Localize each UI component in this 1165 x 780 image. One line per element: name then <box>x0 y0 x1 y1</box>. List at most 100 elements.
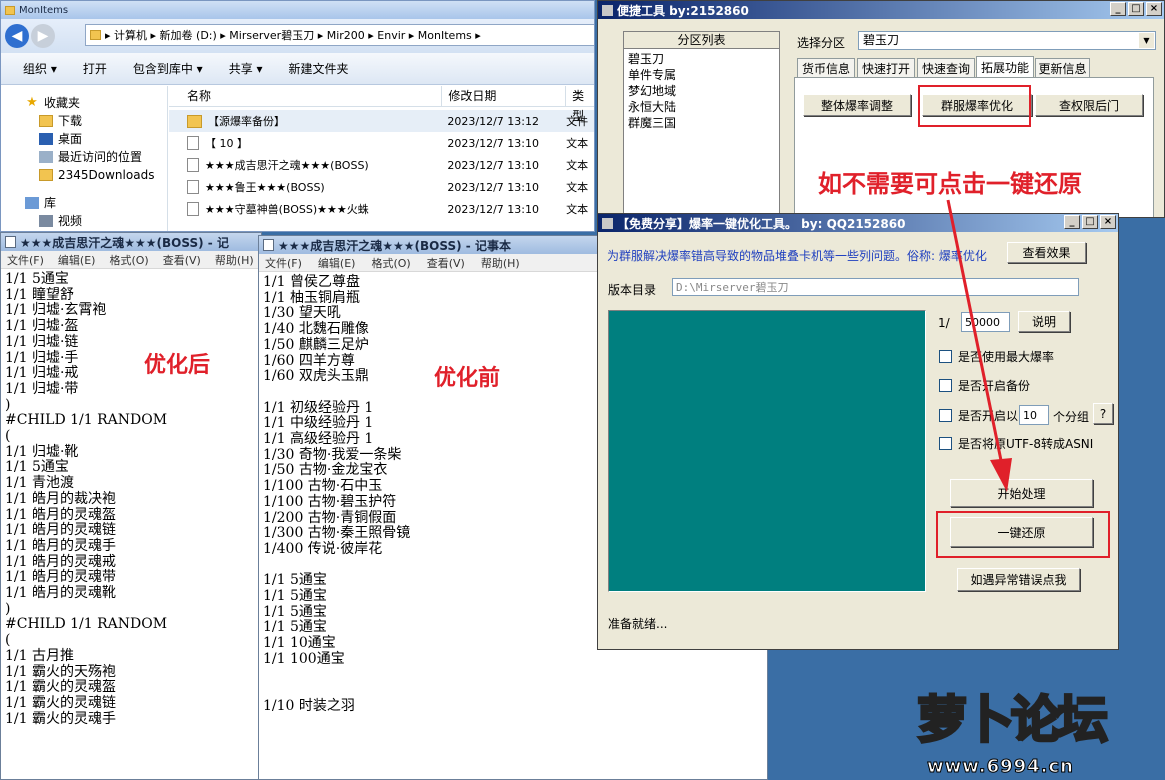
column-type[interactable]: 类型 <box>566 86 594 123</box>
option-backup[interactable]: 是否开启备份 <box>939 377 1030 394</box>
partition-list-header: 分区列表 <box>624 32 779 49</box>
partition-list[interactable]: 分区列表 碧玉刀 单件专属 梦幻地域 永恒大陆 群魔三国 <box>623 31 780 217</box>
open-button[interactable]: 打开 <box>83 60 107 77</box>
file-row[interactable]: ★★★成吉思汗之魂★★★(BOSS) 2023/12/7 13:10 文本 <box>169 154 594 176</box>
report-error-button[interactable]: 如遇异常错误点我 <box>957 568 1080 591</box>
minimize-button[interactable]: _ <box>1064 215 1080 229</box>
close-button[interactable]: × <box>1146 2 1162 16</box>
notepad-menubar: 文件(F) 编辑(E) 格式(O) 查看(V) 帮助(H) <box>1 251 261 269</box>
nav-item-2345downloads[interactable]: 2345Downloads <box>39 166 167 184</box>
star-icon: ★ <box>26 95 38 110</box>
maximize-button[interactable]: □ <box>1082 215 1098 229</box>
address-path: ▸ 计算机 ▸ 新加卷 (D:) ▸ Mirserver碧玉刀 ▸ Mir200… <box>105 29 481 42</box>
menu-file[interactable]: 文件(F) <box>7 252 44 268</box>
file-row[interactable]: 【源爆率备份】 2023/12/7 13:12 文件 <box>169 110 594 132</box>
partition-item[interactable]: 单件专属 <box>628 67 779 83</box>
file-row[interactable]: 【 10 】 2023/12/7 13:10 文本 <box>169 132 594 154</box>
version-dir-input[interactable]: D:\Mirserver碧玉刀 <box>672 278 1079 296</box>
help-button[interactable]: ? <box>1093 403 1113 424</box>
option-label: 是否使用最大爆率 <box>958 350 1055 364</box>
partition-select[interactable]: 碧玉刀 ▼ <box>858 31 1156 50</box>
back-button[interactable]: ◀ <box>5 24 29 48</box>
partition-item[interactable]: 梦幻地域 <box>628 83 779 99</box>
checkbox[interactable] <box>939 379 952 392</box>
check-backdoor-button[interactable]: 查权限后门 <box>1035 94 1143 116</box>
menu-edit[interactable]: 编辑(E) <box>58 252 96 268</box>
text-file-icon <box>187 158 199 172</box>
tab-quick-query[interactable]: 快速查询 <box>917 58 975 78</box>
start-process-button[interactable]: 开始处理 <box>950 479 1093 507</box>
option-utf8-convert[interactable]: 是否将原UTF-8转成ASNI <box>939 435 1093 452</box>
nav-item-recent[interactable]: 最近访问的位置 <box>39 148 167 166</box>
file-row[interactable]: ★★★鲁王★★★(BOSS) 2023/12/7 13:10 文本 <box>169 176 594 198</box>
video-icon <box>39 215 53 227</box>
menu-file[interactable]: 文件(F) <box>265 255 302 271</box>
column-date[interactable]: 修改日期 <box>442 86 567 106</box>
nav-item-downloads[interactable]: 下载 <box>39 112 167 130</box>
select-partition-label: 选择分区 <box>797 36 846 50</box>
file-list: 名称 修改日期 类型 【源爆率备份】 2023/12/7 13:12 文件 【 10… <box>169 86 594 231</box>
nav-favorites[interactable]: ★ 收藏夹 <box>25 94 167 112</box>
highlight-box <box>936 511 1110 558</box>
tab-currency[interactable]: 货币信息 <box>797 58 855 78</box>
label-before: 优化前 <box>434 366 501 391</box>
new-folder-button[interactable]: 新建文件夹 <box>289 60 349 77</box>
file-row[interactable]: ★★★守墓神兽(BOSS)★★★火蛛 2023/12/7 13:10 文本 <box>169 198 594 220</box>
ratio-input[interactable]: 50000 <box>961 312 1010 332</box>
notepad-icon <box>5 236 16 248</box>
menu-help[interactable]: 帮助(H) <box>215 252 254 268</box>
partition-item[interactable]: 永恒大陆 <box>628 99 779 115</box>
option-group[interactable]: 是否开启以 <box>939 407 1018 424</box>
close-button[interactable]: × <box>1100 215 1116 229</box>
logo-text: 萝卜论坛 <box>916 690 1110 751</box>
notepad-text-area[interactable]: 1/1 5通宝 1/1 瞳望舒 1/1 归墟·玄霄袍 1/1 归墟·盔 1/1 … <box>1 269 261 727</box>
partition-item[interactable]: 群魔三国 <box>628 115 779 131</box>
menu-edit[interactable]: 编辑(E) <box>318 255 356 271</box>
maximize-button[interactable]: □ <box>1128 2 1144 16</box>
text-file-icon <box>187 136 199 150</box>
menu-view[interactable]: 查看(V) <box>163 252 201 268</box>
file-name: ★★★成吉思汗之魂★★★(BOSS) <box>205 159 369 172</box>
tab-quick-open[interactable]: 快速打开 <box>857 58 915 78</box>
group-count-input[interactable]: 10 <box>1019 405 1049 425</box>
minimize-button[interactable]: _ <box>1110 2 1126 16</box>
address-bar-area: ◀ ▶ ▸ 计算机 ▸ 新加卷 (D:) ▸ Mirserver碧玉刀 ▸ Mi… <box>1 19 594 53</box>
option-label: 是否开启以 <box>958 409 1019 423</box>
menu-format[interactable]: 格式(O) <box>109 252 148 268</box>
logo-url: www.6994.cn <box>927 756 1074 778</box>
address-bar[interactable]: ▸ 计算机 ▸ 新加卷 (D:) ▸ Mirserver碧玉刀 ▸ Mir200… <box>85 24 594 46</box>
checkbox[interactable] <box>939 409 952 422</box>
menu-help[interactable]: 帮助(H) <box>481 255 520 271</box>
column-name[interactable]: 名称 <box>169 86 443 106</box>
folder-icon <box>39 115 53 127</box>
nav-item-videos[interactable]: 视频 <box>39 212 167 230</box>
organize-button[interactable]: 组织 ▾ <box>23 60 57 77</box>
tab-extended[interactable]: 拓展功能 <box>976 56 1034 78</box>
file-type: 文件 <box>566 115 589 128</box>
menu-view[interactable]: 查看(V) <box>427 255 465 271</box>
nav-label: 桌面 <box>58 132 83 146</box>
notepad-title: ★★★成吉思汗之魂★★★(BOSS) - 记事本 <box>278 238 511 253</box>
option-label: 是否开启备份 <box>958 379 1031 393</box>
menu-format[interactable]: 格式(O) <box>371 255 410 271</box>
checkbox[interactable] <box>939 350 952 363</box>
forward-button[interactable]: ▶ <box>31 24 55 48</box>
nav-label: 最近访问的位置 <box>58 150 143 164</box>
checkbox[interactable] <box>939 437 952 450</box>
tab-update[interactable]: 更新信息 <box>1035 58 1090 78</box>
option-label: 是否将原UTF-8转成ASNI <box>958 437 1094 451</box>
share-tool-window: 【免费分享】爆率一键优化工具。 by: QQ2152860 _ □ × 为群服解决爆… <box>597 213 1119 650</box>
quick-tool-title: 便捷工具 by:2152860 <box>617 3 749 18</box>
overall-rate-button[interactable]: 整体爆率调整 <box>803 94 911 116</box>
partition-item[interactable]: 碧玉刀 <box>628 51 779 67</box>
include-library-button[interactable]: 包含到库中 ▾ <box>133 60 203 77</box>
nav-label: 收藏夹 <box>44 96 81 110</box>
view-effect-button[interactable]: 查看效果 <box>1007 242 1086 263</box>
share-button[interactable]: 共享 ▾ <box>229 60 263 77</box>
explain-button[interactable]: 说明 <box>1018 311 1070 332</box>
nav-library[interactable]: 库 <box>25 194 167 212</box>
app-icon <box>602 4 613 16</box>
nav-item-desktop[interactable]: 桌面 <box>39 130 167 148</box>
option-max-rate[interactable]: 是否使用最大爆率 <box>939 348 1054 365</box>
quick-tool-titlebar: 便捷工具 by:2152860 _ □ × <box>598 1 1164 19</box>
